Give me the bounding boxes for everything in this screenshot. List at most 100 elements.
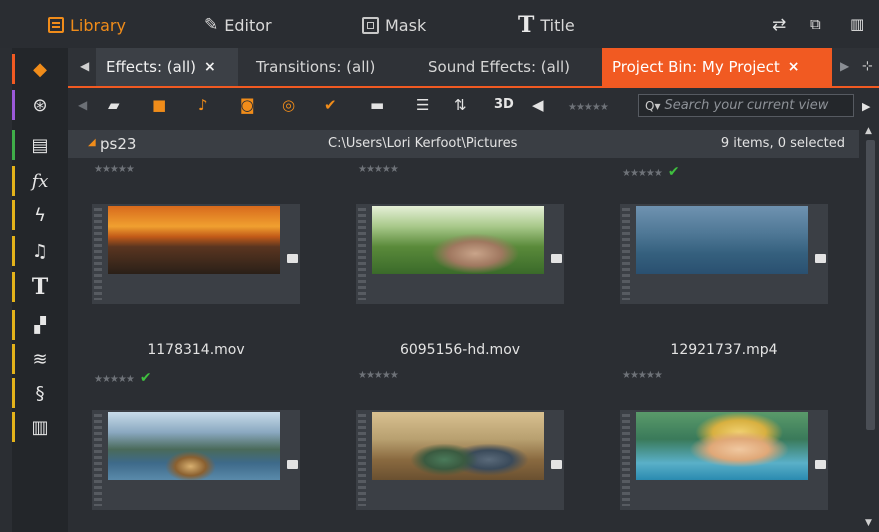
- layers-icon: ≋: [32, 348, 48, 370]
- scroll-thumb[interactable]: [866, 140, 875, 430]
- media-grid: ★★★★★ 1178314.mov ★★★★★ 6095156-hd.mov ★…: [68, 158, 859, 532]
- sidebar-item-media[interactable]: ⊛: [12, 90, 68, 120]
- sidebar-item-sound[interactable]: ♫: [12, 236, 68, 266]
- sidebar-item-projects[interactable]: ▤: [12, 130, 68, 160]
- sidebar-item-piano[interactable]: ▥: [12, 412, 68, 442]
- sidebar-item-effects[interactable]: fx: [12, 166, 68, 196]
- project-bin-icon: ◆: [33, 58, 47, 80]
- library-toolbar: ◀ ▰ ■ ♪ ◙ ◎ ✔ ▬ ☰ ⇅ 3D ◀ ★★★★★ Q▾ Search…: [68, 88, 879, 124]
- clip-rating[interactable]: ★★★★★: [358, 370, 399, 381]
- clip-thumbnail: [372, 206, 544, 274]
- pin-icon[interactable]: ⊹: [862, 59, 873, 74]
- clip-rating[interactable]: ★★★★★: [94, 164, 135, 175]
- close-icon[interactable]: ×: [204, 59, 216, 75]
- tab-project-bin[interactable]: Project Bin: My Project ×: [602, 48, 832, 86]
- folder-icon[interactable]: [287, 460, 298, 469]
- search-placeholder: Search your current view: [664, 98, 829, 113]
- search-icon: Q▾: [645, 98, 661, 113]
- clip-rating[interactable]: ★★★★★: [358, 164, 399, 175]
- sidebar-item-montage[interactable]: ▞: [12, 310, 68, 340]
- filter-tagged-icon[interactable]: ✔: [324, 96, 337, 114]
- scroll-down-arrow-icon[interactable]: ▼: [865, 518, 872, 528]
- checkmark-icon: ✔: [139, 370, 152, 386]
- fx-icon: fx: [31, 170, 49, 192]
- folder-icon[interactable]: [815, 460, 826, 469]
- tabs-next-arrow-icon[interactable]: ▶: [840, 59, 849, 73]
- close-icon[interactable]: ×: [788, 59, 800, 75]
- montage-icon: ▞: [34, 316, 46, 334]
- edit-icon: ✎: [204, 15, 219, 35]
- checkmark-icon: ✔: [667, 164, 680, 180]
- toolbar-back-arrow-icon[interactable]: ◀: [78, 96, 87, 114]
- content-scrollbar[interactable]: ▲ ▼: [861, 124, 879, 532]
- item-count: 9 items, 0 selected: [720, 136, 845, 151]
- clip-name: 12921737.mp4: [670, 342, 778, 358]
- tag-icon[interactable]: ◀: [532, 96, 544, 114]
- tab-sound-effects[interactable]: Sound Effects: (all): [418, 48, 580, 86]
- folder-name: ps23: [100, 135, 137, 153]
- toolbar-more-arrow-icon[interactable]: ▶: [862, 98, 870, 116]
- clip-thumbnail: [636, 206, 808, 274]
- library-icon: [48, 17, 64, 33]
- menu-title[interactable]: T Title: [518, 12, 575, 38]
- sidebar-item-layers[interactable]: ≋: [12, 344, 68, 374]
- folder-path: C:\Users\Lori Kerfoot\Pictures: [328, 136, 518, 151]
- lightning-icon: ϟ: [34, 204, 46, 226]
- menu-library-label: Library: [70, 15, 126, 35]
- filter-video-icon[interactable]: ■: [152, 96, 166, 114]
- clip-rating[interactable]: ★★★★★ ✔: [94, 370, 152, 386]
- clip-rating[interactable]: ★★★★★ ✔: [622, 164, 680, 180]
- music-note-icon: ♫: [31, 240, 49, 262]
- title-icon: T: [518, 12, 535, 38]
- menu-mask-label: Mask: [385, 15, 427, 35]
- library-sidebar: ◆ ⊛ ▤ fx ϟ ♫ T ▞ ≋ § ▥: [12, 48, 68, 532]
- search-input[interactable]: Q▾ Search your current view: [638, 94, 854, 117]
- menu-mask[interactable]: Mask: [362, 12, 426, 38]
- clip-rating[interactable]: ★★★★★: [622, 370, 663, 381]
- mask-icon: [362, 16, 379, 34]
- projects-icon: ▤: [31, 134, 49, 156]
- filter-photo-icon[interactable]: ◙: [240, 96, 255, 114]
- sort-icon[interactable]: ⇅: [454, 96, 467, 114]
- folder-icon[interactable]: [815, 254, 826, 263]
- rating-filter-stars[interactable]: ★★★★★: [568, 99, 609, 117]
- folder-icon[interactable]: [551, 460, 562, 469]
- add-media-icon[interactable]: ▰: [108, 96, 120, 114]
- sidebar-item-project-bins[interactable]: ◆: [12, 54, 68, 84]
- sidebar-item-transitions[interactable]: ϟ: [12, 200, 68, 230]
- piano-icon: ▥: [31, 416, 49, 438]
- scroll-up-arrow-icon[interactable]: ▲: [865, 126, 872, 136]
- menu-title-label: Title: [540, 15, 575, 35]
- library-tabs: ◀ Effects: (all) × Transitions: (all) So…: [68, 48, 879, 88]
- treble-clef-icon: §: [35, 382, 45, 404]
- clip-name: 6095156-hd.mov: [399, 342, 521, 358]
- menu-editor-label: Editor: [224, 15, 272, 35]
- clip-name: 1178314.mov: [147, 342, 245, 358]
- list-view-icon[interactable]: ☰: [416, 96, 429, 114]
- folder-path-bar: ◢ ps23 C:\Users\Lori Kerfoot\Pictures 9 …: [68, 130, 859, 158]
- tab-effects[interactable]: Effects: (all) ×: [96, 48, 238, 86]
- clip-thumbnail: [108, 206, 280, 274]
- tabs-prev-arrow-icon[interactable]: ◀: [80, 59, 89, 73]
- tab-transitions[interactable]: Transitions: (all): [246, 48, 385, 86]
- sidebar-item-scoremaker[interactable]: §: [12, 378, 68, 408]
- tab-transitions-label: Transitions: (all): [256, 58, 376, 76]
- export-window-icon[interactable]: ⧉: [810, 15, 821, 33]
- menu-editor[interactable]: ✎ Editor: [204, 12, 272, 38]
- folder-icon[interactable]: [287, 254, 298, 263]
- panel-layout-icon[interactable]: ▥: [850, 15, 864, 33]
- top-menu-bar: Library ✎ Editor Mask T Title ⇄ ⧉ ▥: [0, 0, 879, 48]
- filter-audio-icon[interactable]: ♪: [198, 96, 208, 114]
- menu-library[interactable]: Library: [48, 12, 126, 38]
- folder-icon[interactable]: [551, 254, 562, 263]
- sidebar-item-titles[interactable]: T: [12, 272, 68, 302]
- clip-thumbnail: [372, 412, 544, 480]
- 3d-filter-button[interactable]: 3D: [494, 97, 514, 112]
- collapse-caret-icon[interactable]: ◢: [88, 137, 96, 148]
- tab-sound-effects-label: Sound Effects: (all): [428, 58, 571, 76]
- filter-project-icon[interactable]: ◎: [282, 96, 295, 114]
- clip-thumbnail: [636, 412, 808, 480]
- folder-icon[interactable]: ▬: [370, 96, 384, 114]
- film-reel-icon: ⊛: [32, 94, 48, 116]
- swap-icon[interactable]: ⇄: [772, 15, 786, 35]
